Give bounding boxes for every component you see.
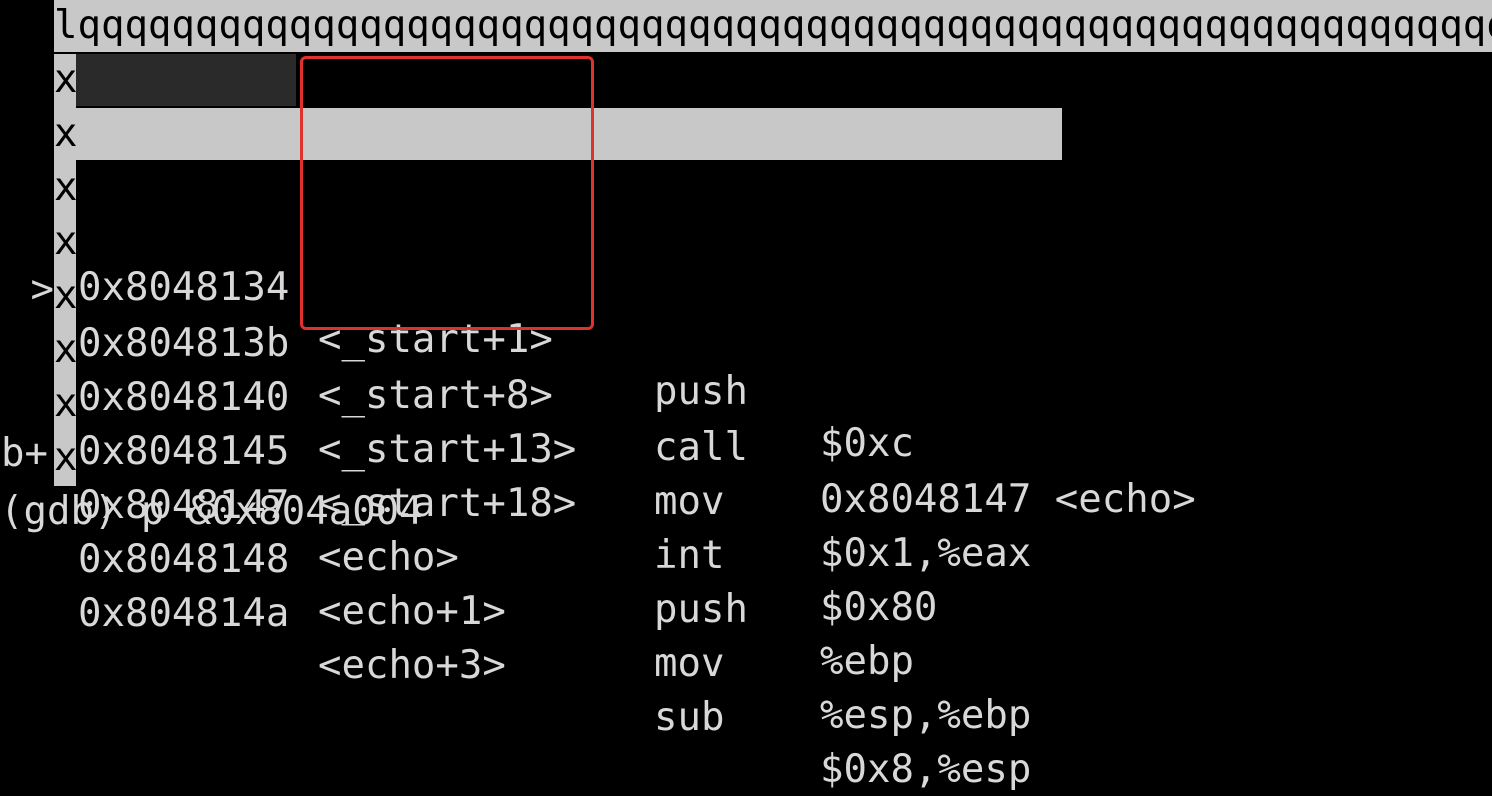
window-side-border: x [54,162,76,216]
instruction-operands: %ebp [820,639,914,684]
disasm-row[interactable]: x 0x8048140 <_start+13> mov $0x1,%eax [0,216,1492,576]
instruction-symbol: <echo+1> [318,589,506,634]
instruction-mnemonic: int [654,533,725,578]
window-side-border: x [54,324,76,378]
instruction-mnemonic: mov [654,641,725,686]
disasm-row[interactable]: x 0x8048134 <_start+1> push $0xc [0,54,1492,466]
disasm-row-breakpoint[interactable]: b+ x 0x8048147 <echo> push %ebp [0,324,1492,684]
instruction-operands: %esp,%ebp [820,693,1032,738]
disasm-row[interactable]: x 0x804814a <echo+3> sub $0x8,%esp [0,432,1492,792]
window-side-border: x [54,216,76,270]
symbol-highlight-box [300,56,594,330]
instruction-operands: $0x1,%eax [820,531,1032,576]
disasm-row[interactable]: x 0x8048148 <echo+1> mov %esp,%ebp [0,378,1492,738]
instruction-operands: $0x80 [820,585,938,630]
gdb-command-line[interactable]: (gdb) p &0x804a004 [0,486,423,538]
disasm-row-current[interactable]: > x 0x8048136 <_start+3> push $0x804a004 [0,108,1492,520]
instruction-address: 0x8048148 [78,537,290,582]
window-side-border: x [54,54,76,108]
instruction-address: 0x804814a [78,591,290,636]
instruction-symbol: <echo> [318,535,459,580]
disasm-row[interactable]: x 0x804813b <_start+8> call 0x8048147 <e… [0,162,1492,522]
address-highlight [76,54,296,106]
window-side-border: x [54,270,76,324]
instruction-operands: $0x8,%esp [820,747,1032,792]
window-side-border: x [54,108,76,162]
instruction-mnemonic: sub [654,695,725,740]
window-side-border: x [54,378,76,432]
instruction-symbol: <echo+3> [318,643,506,688]
disasm-row[interactable]: x 0x8048145 <_start+18> int $0x80 [0,270,1492,630]
window-top-border: lqqqqqqqqqqqqqqqqqqqqqqqqqqqqqqqqqqqqqqq… [54,0,1492,52]
instruction-mnemonic: push [654,587,748,632]
row-marker [0,536,54,588]
window-side-border: x [54,432,76,486]
